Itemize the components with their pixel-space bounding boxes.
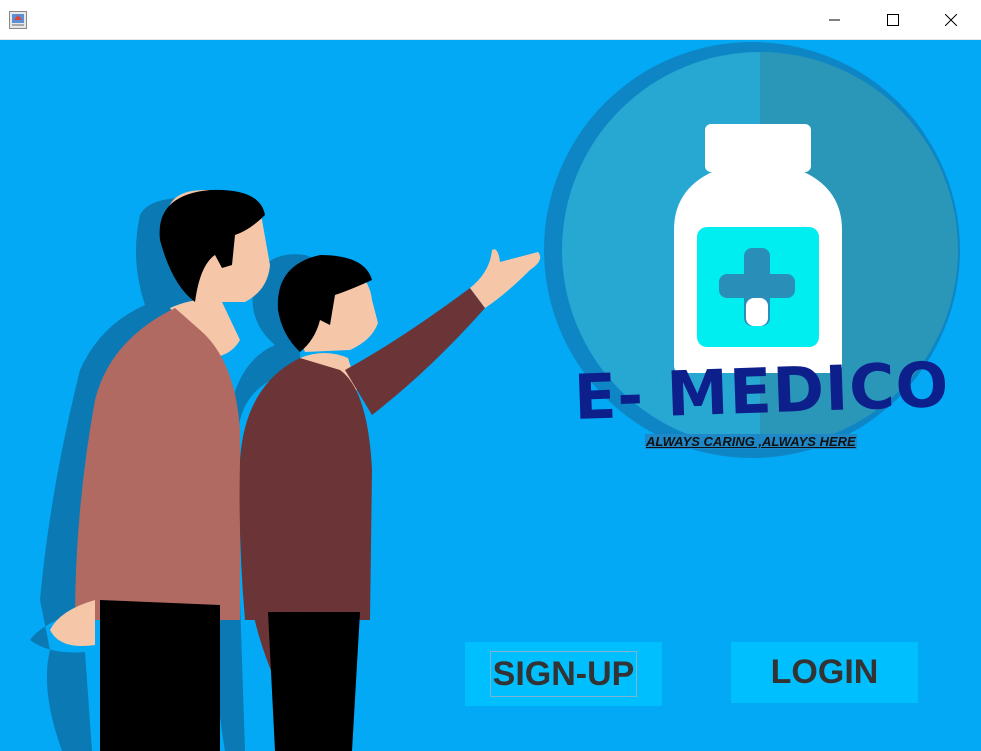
minimize-button[interactable] [806, 0, 864, 39]
close-button[interactable] [922, 0, 980, 39]
close-icon [945, 13, 957, 26]
login-button-label: LOGIN [770, 653, 879, 691]
maximize-icon [887, 13, 899, 26]
signup-button[interactable]: SIGN-UP [465, 642, 662, 706]
signup-button-label: SIGN-UP [489, 651, 638, 697]
minimize-icon [829, 19, 840, 20]
app-tagline: ALWAYS CARING ,ALWAYS HERE [645, 434, 857, 449]
app-title: E- MEDICO [572, 347, 951, 434]
maximize-button[interactable] [864, 0, 922, 39]
main-panel: E- MEDICO ALWAYS CARING ,ALWAYS HERE SIG… [0, 40, 981, 751]
java-app-icon [9, 11, 27, 29]
title-bar [0, 0, 981, 40]
login-button[interactable]: LOGIN [731, 642, 918, 703]
